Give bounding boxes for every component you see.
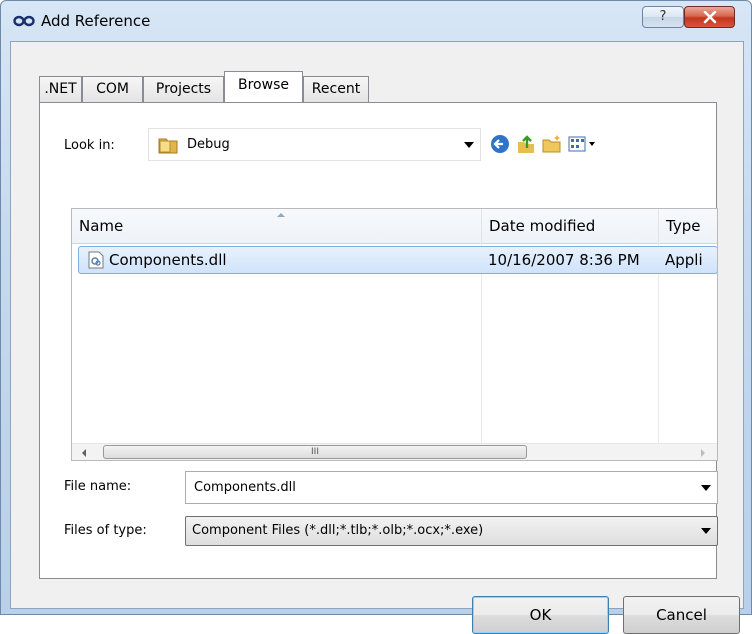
column-header-date-modified[interactable]: Date modified (482, 209, 658, 243)
files-of-type-label: Files of type: (64, 523, 147, 538)
cancel-button[interactable]: Cancel (623, 596, 740, 634)
tab-dotnet[interactable]: .NET (39, 76, 82, 102)
table-row[interactable]: Components.dll 10/16/2007 8:36 PM Appli (78, 246, 717, 274)
chevron-down-icon[interactable] (701, 484, 711, 491)
up-folder-icon[interactable] (515, 134, 537, 154)
tab-com[interactable]: COM (82, 76, 143, 102)
tab-browse[interactable]: Browse (224, 71, 303, 102)
look-in-dropdown[interactable]: Debug (148, 128, 481, 161)
date-modified-cell: 10/16/2007 8:36 PM (488, 251, 640, 269)
new-folder-icon[interactable] (541, 134, 563, 154)
scroll-grip-icon: III (311, 447, 319, 457)
file-name-combobox[interactable]: Components.dll (185, 471, 718, 504)
look-in-label: Look in: (64, 138, 115, 153)
help-icon: ? (659, 9, 667, 24)
dialog-window: Add Reference ? .NET COM Projects Browse… (0, 0, 752, 634)
sort-ascending-icon (277, 213, 285, 217)
tab-projects[interactable]: Projects (143, 76, 224, 102)
files-of-type-value: Component Files (*.dll;*.tlb;*.olb;*.ocx… (192, 523, 484, 538)
window-title: Add Reference (41, 12, 151, 30)
help-button[interactable]: ? (642, 6, 684, 28)
file-name-value: Components.dll (194, 480, 296, 495)
column-header-type[interactable]: Type (659, 209, 717, 243)
close-icon (703, 11, 717, 24)
type-cell: Appli (665, 251, 703, 269)
chevron-down-icon (701, 528, 711, 534)
folder-icon (158, 138, 178, 154)
file-name-cell: Components.dll (109, 251, 227, 269)
title-bar[interactable]: Add Reference ? (1, 1, 751, 41)
chevron-down-icon (464, 141, 474, 148)
view-menu-icon[interactable] (568, 134, 598, 154)
horizontal-scrollbar[interactable]: III (72, 443, 717, 460)
dialog-client-area: .NET COM Projects Browse Recent Look in:… (10, 41, 744, 634)
scroll-left-icon[interactable] (82, 449, 86, 457)
file-name-label: File name: (64, 479, 132, 494)
close-button[interactable] (684, 6, 735, 28)
scrollbar-thumb[interactable]: III (103, 445, 527, 459)
files-of-type-dropdown[interactable]: Component Files (*.dll;*.tlb;*.olb;*.ocx… (185, 516, 718, 546)
tab-recent[interactable]: Recent (303, 76, 369, 102)
look-in-value: Debug (187, 137, 230, 152)
reference-link-icon (13, 15, 35, 27)
list-header: Name Date modified Type (72, 209, 717, 244)
ok-button[interactable]: OK (472, 596, 609, 634)
back-icon[interactable] (489, 134, 511, 154)
file-list[interactable]: Name Date modified Type Components.dll 1… (71, 208, 718, 461)
dll-file-icon (88, 251, 104, 269)
scroll-right-icon[interactable] (701, 449, 705, 457)
